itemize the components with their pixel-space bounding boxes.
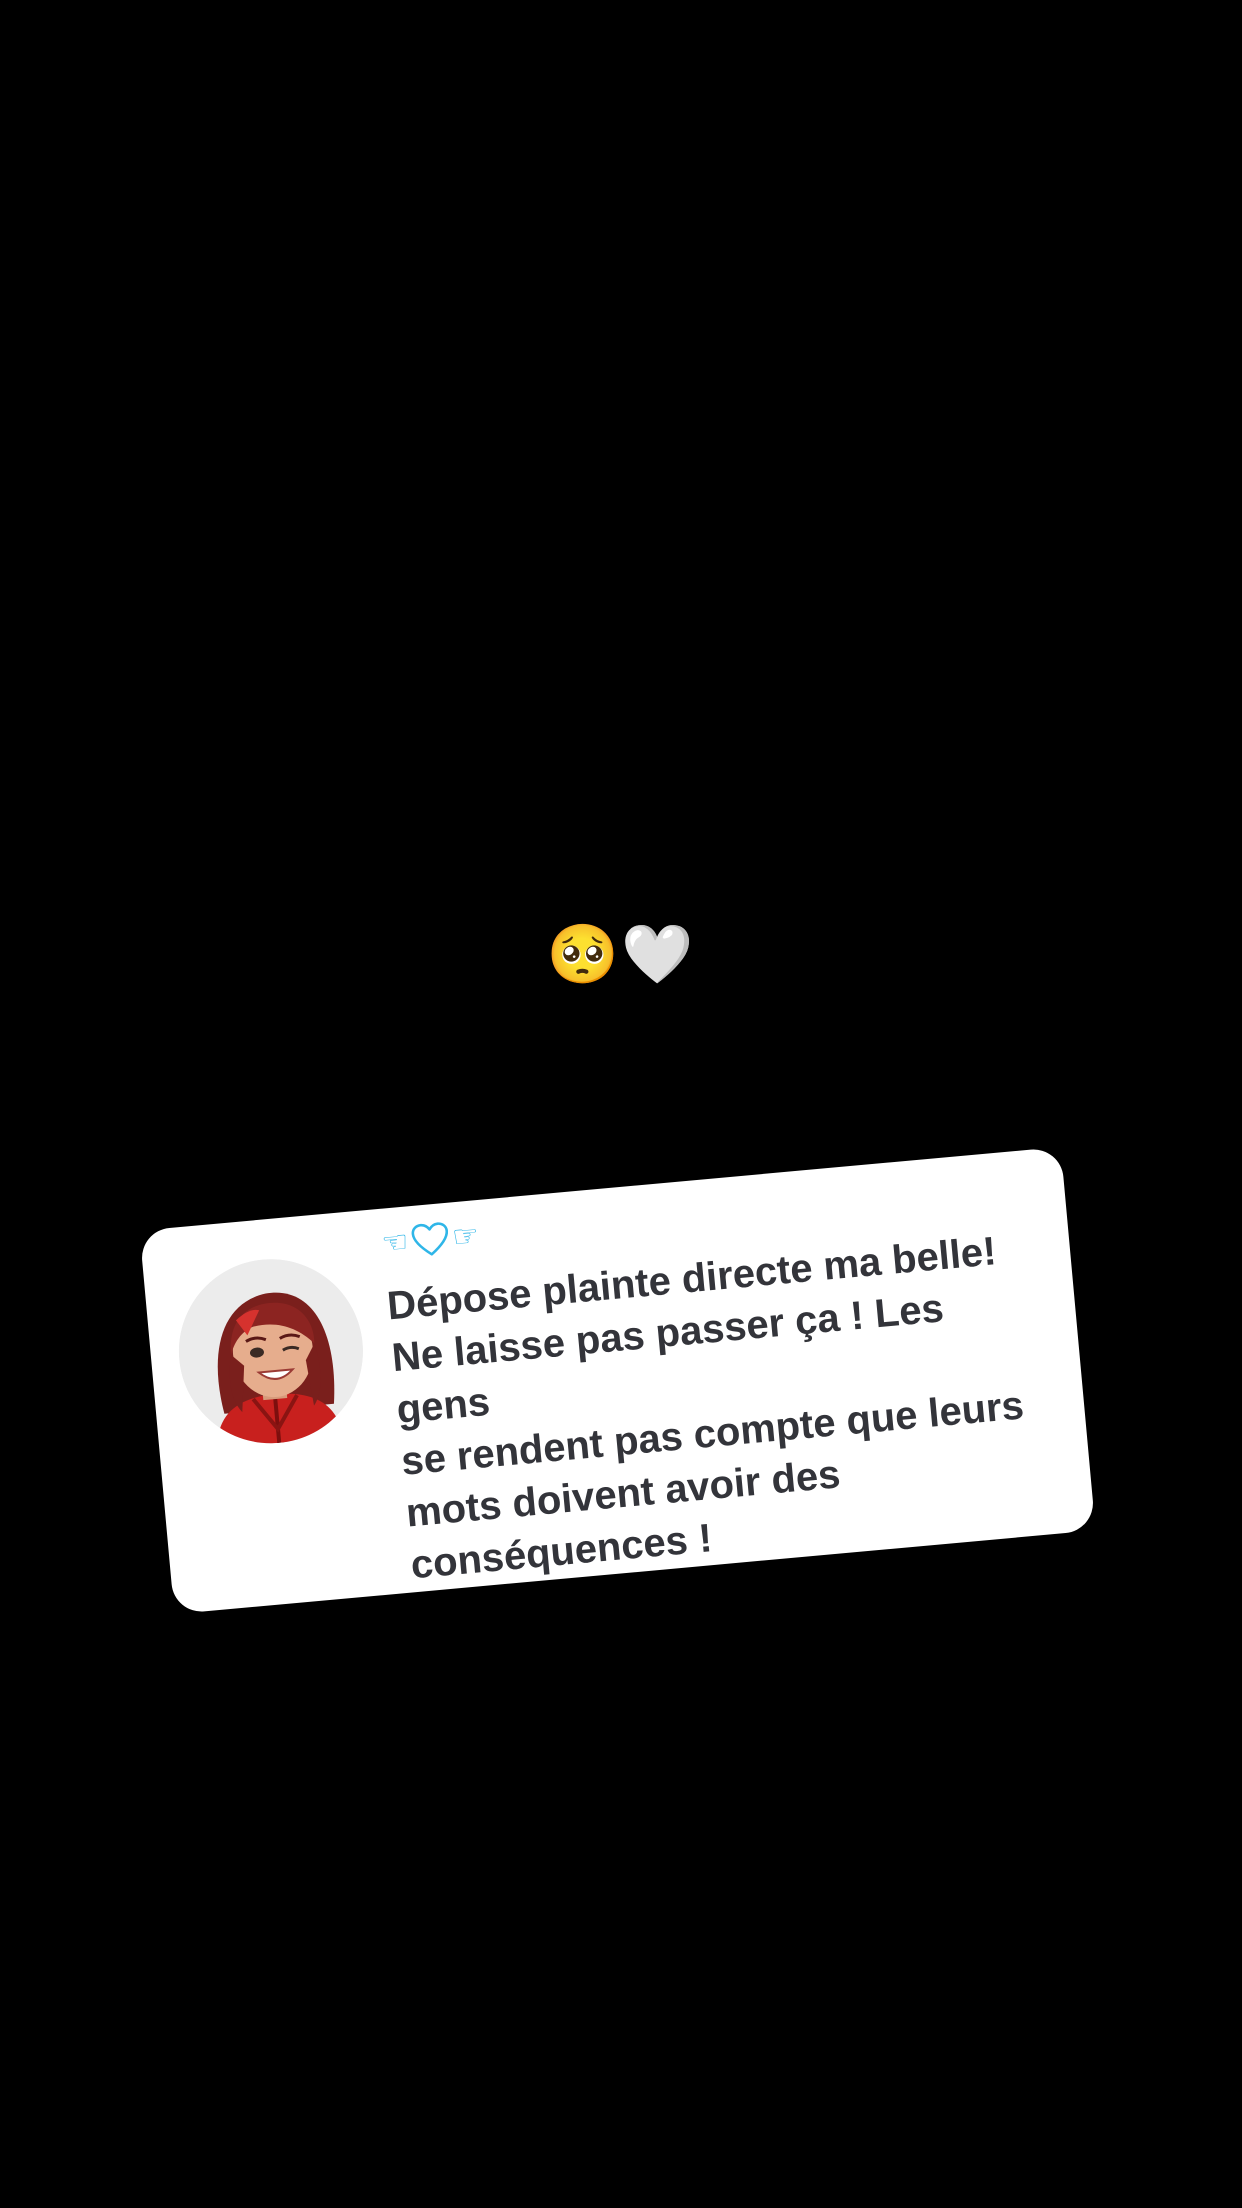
heart-outline-icon — [409, 1219, 452, 1262]
reply-username[interactable]: ☜ ☞ — [380, 1214, 481, 1267]
reply-message-text: Dépose plainte directe ma belle! Ne lais… — [385, 1229, 1026, 1588]
reply-sticker-card[interactable]: ☜ ☞ Dépose plainte directe ma belle! Ne … — [139, 1146, 1096, 1615]
story-emoji-text: 🥺🤍 — [546, 920, 696, 988]
pointing-hand-right-icon: ☞ — [450, 1218, 481, 1256]
bitmoji-avatar-icon[interactable] — [170, 1251, 371, 1452]
pointing-hand-left-icon: ☜ — [380, 1224, 411, 1262]
